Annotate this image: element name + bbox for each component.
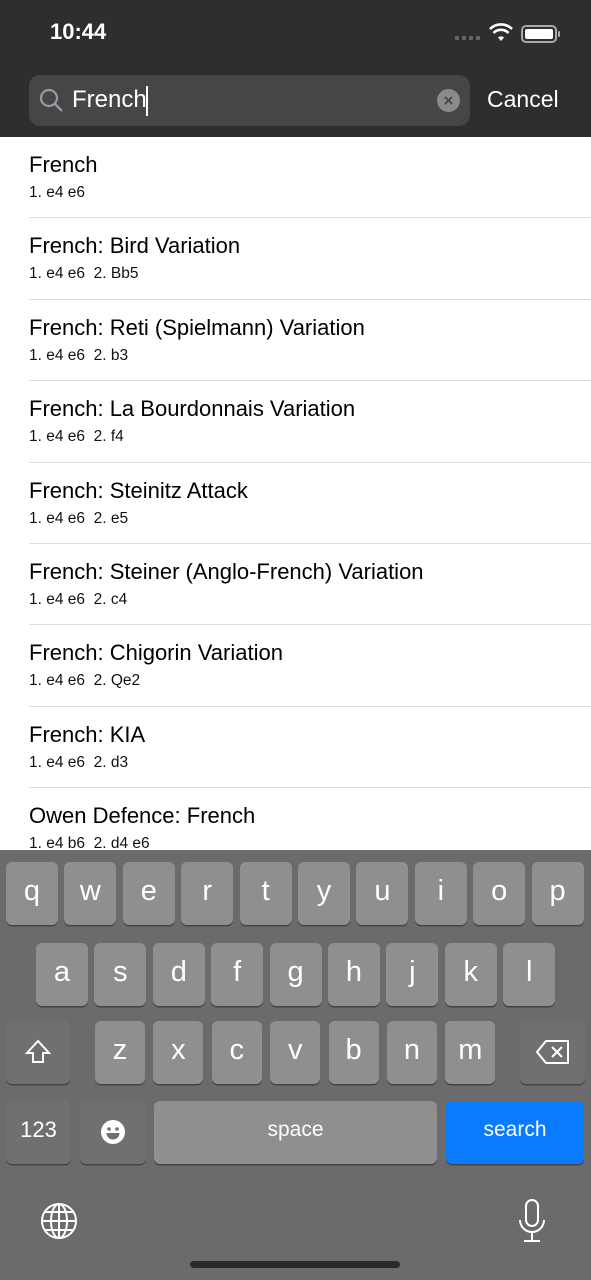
key-c[interactable]: c (211, 1021, 262, 1084)
key-n[interactable]: n (387, 1021, 437, 1084)
key-r[interactable]: r (181, 862, 234, 925)
opening-moves: 1. e4 e6 2. Bb5 (29, 265, 139, 283)
key-u[interactable]: u (356, 862, 409, 925)
list-item[interactable]: French: Bird Variation 1. e4 e6 2. Bb5 (0, 218, 591, 301)
key-b[interactable]: b (328, 1021, 379, 1084)
key-x[interactable]: x (153, 1021, 204, 1084)
backspace-icon (535, 1040, 569, 1064)
opening-moves: 1. e4 e6 2. e5 (29, 509, 129, 527)
key-d[interactable]: d (152, 943, 205, 1006)
list-item[interactable]: French: KIA 1. e4 e6 2. d3 (0, 707, 591, 789)
keyboard: q w e r t y u i o p a s d f g h j k l z x c v b n m 123 space search (0, 850, 591, 1280)
cancel-button[interactable]: Cancel (487, 86, 559, 113)
list-item[interactable]: French 1. e4 e6 (0, 137, 591, 219)
opening-name: Owen Defence: French (29, 803, 256, 829)
shift-key[interactable] (6, 1021, 70, 1084)
opening-moves: 1. e4 e6 2. c4 (29, 590, 128, 608)
delete-key[interactable] (520, 1021, 585, 1084)
key-o[interactable]: o (473, 862, 526, 925)
key-y[interactable]: y (298, 862, 350, 925)
clear-search-button[interactable]: × (437, 89, 460, 112)
opening-moves: 1. e4 e6 2. b3 (29, 346, 129, 364)
opening-moves: 1. e4 e6 2. d3 (29, 753, 129, 771)
space-key[interactable]: space (154, 1101, 437, 1164)
key-h[interactable]: h (328, 943, 380, 1006)
search-input[interactable] (72, 83, 412, 117)
globe-icon[interactable] (40, 1202, 78, 1245)
opening-name: French (29, 152, 98, 177)
wifi-icon (489, 23, 513, 41)
opening-moves: 1. e4 e6 2. Qe2 (29, 672, 141, 690)
emoji-key[interactable] (80, 1101, 146, 1164)
list-item[interactable]: French: Steiner (Anglo-French) Variation… (0, 544, 591, 626)
results-list: French 1. e4 e6 French: Bird Variation 1. e… (0, 137, 591, 870)
key-v[interactable]: v (270, 1021, 321, 1084)
key-p[interactable]: p (531, 862, 584, 925)
list-item[interactable]: French: Steinitz Attack 1. e4 e6 2. e5 (0, 463, 591, 545)
opening-name: French: Reti (Spielmann) Variation (29, 314, 365, 340)
search-field[interactable]: × (29, 75, 470, 126)
key-f[interactable]: f (211, 943, 264, 1006)
opening-moves: 1. e4 e6 (29, 184, 86, 201)
key-i[interactable]: i (414, 862, 467, 925)
status-time: 10:44 (50, 19, 107, 44)
list-item[interactable]: French: Chigorin Variation 1. e4 e6 2. Qe… (0, 625, 591, 708)
navigation-header: 10:44 × Cancel (0, 0, 591, 137)
battery-icon (521, 25, 560, 43)
key-l[interactable]: l (503, 943, 556, 1006)
opening-name: French: Steinitz Attack (29, 477, 248, 503)
key-m[interactable]: m (445, 1021, 496, 1084)
key-t[interactable]: t (239, 862, 292, 925)
opening-name: French: La Bourdonnais Variation (29, 396, 356, 422)
opening-name: French: Bird Variation (29, 233, 241, 259)
key-s[interactable]: s (94, 943, 147, 1006)
key-a[interactable]: a (36, 943, 88, 1006)
opening-name: French: Steiner (Anglo-French) Variation (29, 558, 424, 584)
key-w[interactable]: w (64, 862, 117, 925)
numbers-key[interactable]: 123 (6, 1101, 71, 1164)
text-cursor (146, 86, 148, 116)
list-item[interactable]: French: Reti (Spielmann) Variation 1. e4 … (0, 300, 591, 382)
emoji-icon (101, 1120, 125, 1144)
microphone-icon[interactable] (516, 1198, 548, 1249)
search-key[interactable]: search (446, 1101, 584, 1164)
key-q[interactable]: q (6, 862, 58, 925)
opening-name: French: KIA (29, 721, 146, 747)
key-e[interactable]: e (122, 862, 175, 925)
list-item[interactable]: French: La Bourdonnais Variation 1. e4 e6… (0, 381, 591, 463)
opening-name: French: Chigorin Variation (29, 640, 283, 666)
shift-icon (24, 1039, 52, 1063)
key-k[interactable]: k (444, 943, 497, 1006)
opening-moves: 1. e4 e6 2. f4 (29, 428, 124, 446)
search-icon (39, 88, 63, 112)
cellular-signal-icon (455, 36, 480, 40)
key-g[interactable]: g (269, 943, 322, 1006)
key-j[interactable]: j (386, 943, 439, 1006)
key-z[interactable]: z (95, 1021, 145, 1084)
home-indicator[interactable] (190, 1261, 400, 1268)
